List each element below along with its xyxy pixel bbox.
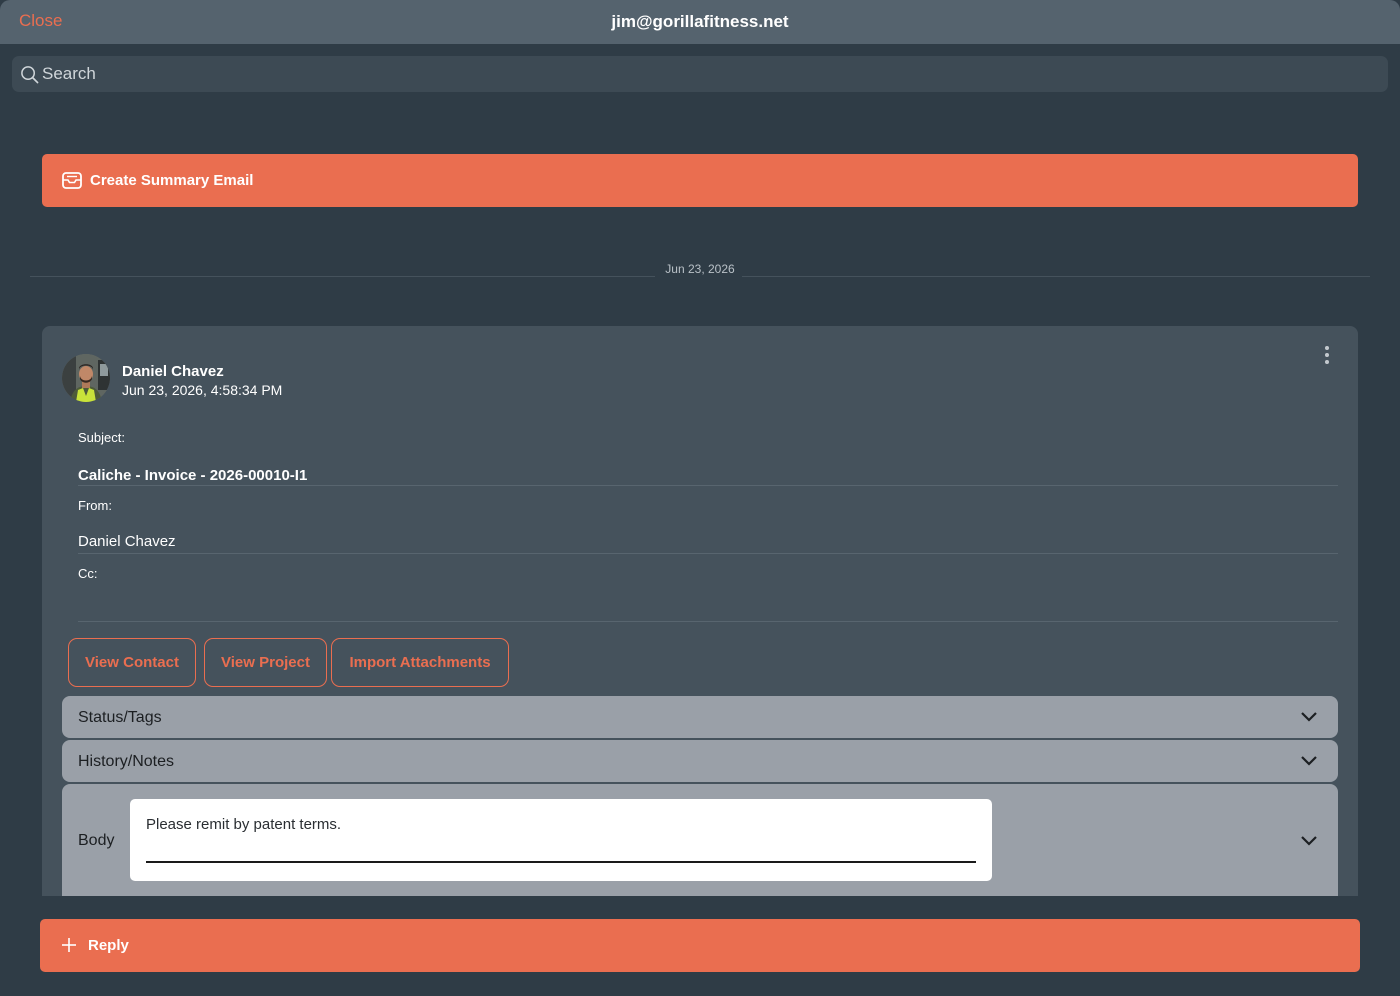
field-divider xyxy=(78,485,1338,486)
body-label: Body xyxy=(78,832,115,849)
avatar xyxy=(62,354,110,402)
more-options-icon[interactable] xyxy=(1320,346,1334,368)
chevron-down-icon xyxy=(1301,712,1317,722)
sender-name: Daniel Chavez xyxy=(122,363,224,380)
divider-line xyxy=(30,276,655,277)
status-tags-section[interactable]: Status/Tags xyxy=(62,696,1338,738)
top-bar: Close jim@gorillafitness.net xyxy=(0,0,1400,44)
email-body-text: Please remit by patent terms. xyxy=(146,816,342,833)
history-notes-label: History/Notes xyxy=(78,753,175,770)
plus-icon xyxy=(62,938,76,952)
cc-label: Cc: xyxy=(78,566,98,581)
date-label: Jun 23, 2026 xyxy=(665,262,735,276)
subject-value: Caliche - Invoice - 2026-00010-I1 xyxy=(78,467,308,484)
create-summary-email-button[interactable]: Create Summary Email xyxy=(42,154,1358,207)
field-divider xyxy=(78,621,1338,622)
view-project-button[interactable]: View Project xyxy=(204,638,327,687)
history-notes-section[interactable]: History/Notes xyxy=(62,740,1338,782)
status-tags-label: Status/Tags xyxy=(78,709,162,726)
search-bar[interactable] xyxy=(12,56,1388,92)
import-attachments-button[interactable]: Import Attachments xyxy=(331,638,509,687)
chevron-down-icon xyxy=(1301,756,1317,766)
chevron-down-icon xyxy=(1301,836,1317,846)
email-body-preview: Please remit by patent terms. ​ xyxy=(130,799,992,881)
from-label: From: xyxy=(78,498,112,513)
inbox-icon xyxy=(62,172,82,189)
signature-divider xyxy=(146,861,976,863)
search-input[interactable] xyxy=(42,56,1372,92)
signature-footer: ​ xyxy=(130,873,992,881)
divider-line xyxy=(742,276,1370,277)
field-divider xyxy=(78,553,1338,554)
date-divider: Jun 23, 2026 xyxy=(30,260,1370,280)
search-icon xyxy=(21,66,39,84)
from-value: Daniel Chavez xyxy=(78,533,176,550)
reply-label: Reply xyxy=(88,937,129,954)
email-card: Daniel Chavez Jun 23, 2026, 4:58:34 PM S… xyxy=(42,326,1358,896)
sent-timestamp: Jun 23, 2026, 4:58:34 PM xyxy=(122,382,283,398)
subject-label: Subject: xyxy=(78,430,125,445)
view-contact-button[interactable]: View Contact xyxy=(68,638,196,687)
window-title: jim@gorillafitness.net xyxy=(611,12,789,31)
body-section[interactable]: Body Please remit by patent terms. ​ xyxy=(62,784,1338,896)
create-summary-email-label: Create Summary Email xyxy=(90,172,254,189)
reply-button[interactable]: Reply xyxy=(40,919,1360,972)
